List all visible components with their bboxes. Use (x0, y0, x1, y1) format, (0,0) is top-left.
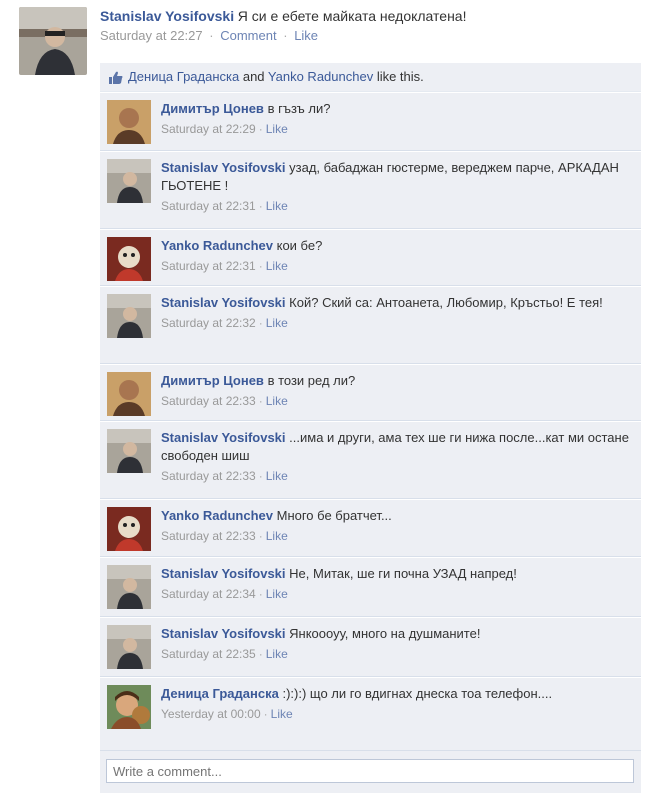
commenter-avatar[interactable] (107, 294, 151, 338)
comment-item: Yanko Radunchev кои бе? Saturday at 22:3… (100, 229, 641, 286)
separator: · (258, 394, 263, 408)
comment-author-link[interactable]: Димитър Цонев (161, 101, 264, 116)
comment-author-link[interactable]: Stanislav Yosifovski (161, 566, 286, 581)
comment-text: в гъзъ ли? (267, 101, 331, 116)
comment-timestamp[interactable]: Saturday at 22:33 (161, 529, 256, 543)
likes-and: and (239, 69, 268, 84)
comment-author-link[interactable]: Stanislav Yosifovski (161, 295, 286, 310)
comment-item: Yanko Radunchev Много бе братчет... Satu… (100, 499, 641, 557)
separator: · (258, 199, 263, 213)
comment-item: Деница Граданска :):):) що ли го вдигнах… (100, 677, 641, 751)
comment-author-link[interactable]: Stanislav Yosifovski (161, 430, 286, 445)
comment-like-link[interactable]: Like (266, 394, 288, 408)
comment-author-link[interactable]: Stanislav Yosifovski (161, 626, 286, 641)
comment-like-link[interactable]: Like (266, 647, 288, 661)
comment-link[interactable]: Comment (220, 28, 276, 43)
commenter-avatar[interactable] (107, 625, 151, 669)
comment-item: Димитър Цонев в гъзъ ли? Saturday at 22:… (100, 92, 641, 151)
comment-input[interactable] (106, 759, 634, 783)
comments-section: Деница Граданска and Yanko Radunchev lik… (100, 63, 641, 793)
separator: · (258, 122, 263, 136)
comment-timestamp[interactable]: Saturday at 22:32 (161, 316, 256, 330)
commenter-avatar[interactable] (107, 100, 151, 144)
comment-like-link[interactable]: Like (266, 529, 288, 543)
commenter-avatar[interactable] (107, 237, 151, 281)
comment-timestamp[interactable]: Saturday at 22:34 (161, 587, 256, 601)
comment-timestamp[interactable]: Saturday at 22:35 (161, 647, 256, 661)
comment-author-link[interactable]: Деница Граданска (161, 686, 279, 701)
comment-text: Кой? Ский са: Антоанета, Любомир, Кръсть… (289, 295, 603, 310)
comment-timestamp[interactable]: Saturday at 22:31 (161, 199, 256, 213)
comment-author-link[interactable]: Stanislav Yosifovski (161, 160, 286, 175)
post-author-link[interactable]: Stanislav Yosifovski (100, 8, 234, 24)
comment-timestamp[interactable]: Saturday at 22:33 (161, 394, 256, 408)
comment-author-link[interactable]: Yanko Radunchev (161, 238, 273, 253)
like-link[interactable]: Like (294, 28, 318, 43)
separator: · (263, 707, 268, 721)
commenter-avatar[interactable] (107, 429, 151, 473)
commenter-avatar[interactable] (107, 507, 151, 551)
comment-item: Stanislav Yosifovski Кой? Ский са: Антоа… (100, 286, 641, 364)
comment-author-link[interactable]: Yanko Radunchev (161, 508, 273, 523)
post-timestamp[interactable]: Saturday at 22:27 (100, 28, 203, 43)
comment-timestamp[interactable]: Saturday at 22:31 (161, 259, 256, 273)
liker-link[interactable]: Деница Граданска (128, 69, 239, 84)
comment-text: Не, Митак, ше ги почна УЗАД напред! (289, 566, 517, 581)
separator: · (258, 316, 263, 330)
comment-author-link[interactable]: Димитър Цонев (161, 373, 264, 388)
comment-item: Stanislav Yosifovski Янкоооуу, много на … (100, 617, 641, 677)
comment-text: :):):) що ли го вдигнах днеска тоа телеф… (282, 686, 553, 701)
separator: · (258, 529, 263, 543)
commenter-avatar[interactable] (107, 159, 151, 203)
comment-item: Stanislav Yosifovski ...има и други, ама… (100, 421, 641, 499)
comment-text: Много бе братчет... (276, 508, 392, 523)
comment-like-link[interactable]: Like (266, 259, 288, 273)
likes-suffix: like this. (373, 69, 424, 84)
commenter-avatar[interactable] (107, 372, 151, 416)
comment-item: Stanislav Yosifovski узад, бабаджан гюст… (100, 151, 641, 229)
separator: · (258, 259, 263, 273)
likes-summary: Деница Граданска and Yanko Radunchev lik… (100, 63, 641, 92)
comment-like-link[interactable]: Like (271, 707, 293, 721)
comment-item: Димитър Цонев в този ред ли? Saturday at… (100, 364, 641, 421)
comment-timestamp[interactable]: Yesterday at 00:00 (161, 707, 261, 721)
comment-like-link[interactable]: Like (266, 122, 288, 136)
separator: · (209, 28, 214, 43)
comment-text: кои бе? (276, 238, 323, 253)
comment-like-link[interactable]: Like (266, 587, 288, 601)
comment-text: в този ред ли? (267, 373, 356, 388)
comment-timestamp[interactable]: Saturday at 22:29 (161, 122, 256, 136)
separator: · (258, 647, 263, 661)
comment-timestamp[interactable]: Saturday at 22:33 (161, 469, 256, 483)
comment-like-link[interactable]: Like (266, 469, 288, 483)
author-avatar[interactable] (19, 7, 87, 75)
comment-composer (100, 751, 641, 793)
thumbs-up-icon (108, 70, 124, 86)
comment-text: Янкоооуу, много на душманите! (289, 626, 481, 641)
comment-item: Stanislav Yosifovski Не, Митак, ше ги по… (100, 557, 641, 617)
comment-like-link[interactable]: Like (266, 316, 288, 330)
commenter-avatar[interactable] (107, 565, 151, 609)
separator: · (258, 587, 263, 601)
comment-like-link[interactable]: Like (266, 199, 288, 213)
separator: · (258, 469, 263, 483)
liker-link[interactable]: Yanko Radunchev (268, 69, 373, 84)
commenter-avatar[interactable] (107, 685, 151, 729)
separator: · (283, 28, 288, 43)
post-message: Я си е ебете майката недоклатена! (237, 8, 467, 24)
